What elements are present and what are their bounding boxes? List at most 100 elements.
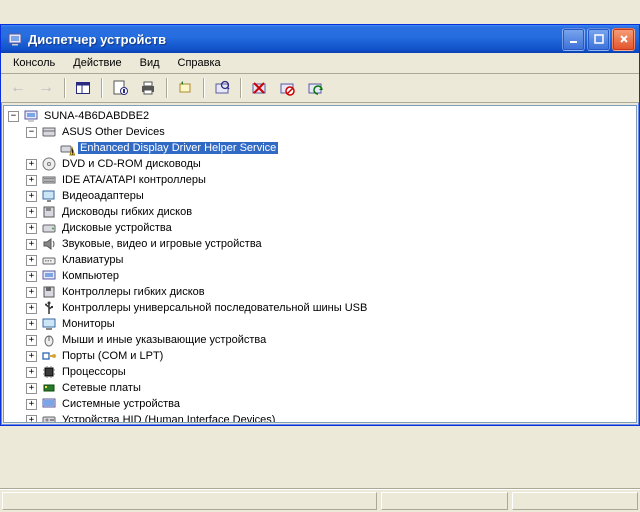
update-driver-icon [307, 80, 323, 96]
toolbar-separator [240, 78, 241, 98]
tree-category[interactable]: +Мыши и иные указывающие устройства [26, 332, 636, 348]
hid-icon [41, 412, 57, 423]
pane-icon [75, 80, 91, 96]
app-icon [7, 31, 23, 47]
tree-category[interactable]: +Системные устройства [26, 396, 636, 412]
sound-icon [41, 236, 57, 252]
mouse-icon [41, 332, 57, 348]
menu-help[interactable]: Справка [170, 55, 229, 71]
ide-icon [41, 172, 57, 188]
arrow-left-icon: ← [10, 79, 26, 97]
scan-hardware-button[interactable] [209, 75, 235, 101]
update-driver-button[interactable] [302, 75, 328, 101]
monitor-icon [41, 316, 57, 332]
expand-icon[interactable]: + [26, 415, 37, 424]
floppy-controller-icon [41, 284, 57, 300]
expand-icon[interactable]: + [26, 351, 37, 362]
menu-action[interactable]: Действие [65, 55, 129, 71]
dvd-icon [41, 156, 57, 172]
tree-category[interactable]: +Мониторы [26, 316, 636, 332]
disable-button[interactable] [274, 75, 300, 101]
tree-category[interactable]: − ASUS Other Devices [26, 124, 636, 140]
expand-icon[interactable]: + [26, 223, 37, 234]
tree-category[interactable]: +Устройства HID (Human Interface Devices… [26, 412, 636, 423]
titlebar[interactable]: Диспетчер устройств [1, 25, 639, 53]
tree-category[interactable]: +Дисководы гибких дисков [26, 204, 636, 220]
expand-icon[interactable]: + [26, 335, 37, 346]
tree-category[interactable]: +Процессоры [26, 364, 636, 380]
toolbar-separator [101, 78, 102, 98]
floppy-drive-icon [41, 204, 57, 220]
expand-icon[interactable]: + [26, 239, 37, 250]
status-pane [2, 492, 377, 510]
status-pane [512, 492, 638, 510]
expand-icon[interactable]: + [26, 287, 37, 298]
properties-icon [112, 80, 128, 96]
tree-category[interactable]: +Видеоадаптеры [26, 188, 636, 204]
device-tree-pane[interactable]: − SUNA-4B6DABDBE2 − ASUS Other Devices [3, 105, 637, 423]
tree-category[interactable]: +Контроллеры универсальной последователь… [26, 300, 636, 316]
tree-category[interactable]: +DVD и CD-ROM дисководы [26, 156, 636, 172]
menu-view[interactable]: Вид [132, 55, 168, 71]
minimize-button[interactable] [562, 28, 585, 51]
expand-icon[interactable]: + [26, 383, 37, 394]
expand-icon[interactable]: + [26, 207, 37, 218]
printer-icon [140, 80, 156, 96]
expand-icon[interactable]: + [26, 303, 37, 314]
maximize-button[interactable] [587, 28, 610, 51]
collapse-icon[interactable]: − [26, 127, 37, 138]
uninstall-icon [251, 80, 267, 96]
expand-icon[interactable]: + [26, 367, 37, 378]
warning-device-icon: ! [59, 140, 75, 156]
processor-icon [41, 364, 57, 380]
expand-icon[interactable]: + [26, 175, 37, 186]
computer-icon [41, 268, 57, 284]
device-icon [41, 124, 57, 140]
device-label: Enhanced Display Driver Helper Service [78, 142, 278, 154]
category-label: ASUS Other Devices [60, 126, 167, 138]
display-adapter-icon [41, 188, 57, 204]
menubar: Консоль Действие Вид Справка [1, 53, 639, 74]
arrow-right-icon: → [38, 79, 54, 97]
tree-category[interactable]: +Компьютер [26, 268, 636, 284]
nav-forward-button[interactable]: → [33, 75, 59, 101]
tree-category[interactable]: +IDE ATA/ATAPI контроллеры [26, 172, 636, 188]
ports-icon [41, 348, 57, 364]
svg-text:!: ! [71, 150, 73, 157]
refresh-icon [177, 80, 193, 96]
toolbar: ← → [1, 74, 639, 103]
properties-button[interactable] [107, 75, 133, 101]
window-title: Диспетчер устройств [28, 32, 562, 47]
tree-root[interactable]: − SUNA-4B6DABDBE2 [8, 108, 636, 124]
expand-icon[interactable]: + [26, 191, 37, 202]
tree-category[interactable]: +Контроллеры гибких дисков [26, 284, 636, 300]
refresh-button[interactable] [172, 75, 198, 101]
collapse-icon[interactable]: − [8, 111, 19, 122]
expand-icon[interactable]: + [26, 399, 37, 410]
tree-category[interactable]: +Сетевые платы [26, 380, 636, 396]
device-manager-window: Диспетчер устройств Консоль Действие Вид… [0, 24, 640, 426]
expand-icon[interactable]: + [26, 159, 37, 170]
statusbar [0, 489, 640, 512]
menu-console[interactable]: Консоль [5, 55, 63, 71]
toolbar-separator [166, 78, 167, 98]
expand-icon[interactable]: + [26, 271, 37, 282]
close-button[interactable] [612, 28, 635, 51]
usb-icon [41, 300, 57, 316]
expand-icon[interactable]: + [26, 319, 37, 330]
show-hide-tree-button[interactable] [70, 75, 96, 101]
nav-back-button[interactable]: ← [5, 75, 31, 101]
uninstall-button[interactable] [246, 75, 272, 101]
system-device-icon [41, 396, 57, 412]
tree-category[interactable]: +Дисковые устройства [26, 220, 636, 236]
scan-hardware-icon [214, 80, 230, 96]
tree-category[interactable]: +Звуковые, видео и игровые устройства [26, 236, 636, 252]
tree-device-selected[interactable]: ! Enhanced Display Driver Helper Service [44, 140, 636, 156]
network-icon [41, 380, 57, 396]
print-button[interactable] [135, 75, 161, 101]
tree-category[interactable]: +Порты (COM и LPT) [26, 348, 636, 364]
expand-icon[interactable]: + [26, 255, 37, 266]
tree-category[interactable]: +Клавиатуры [26, 252, 636, 268]
status-pane [381, 492, 507, 510]
disable-icon [279, 80, 295, 96]
